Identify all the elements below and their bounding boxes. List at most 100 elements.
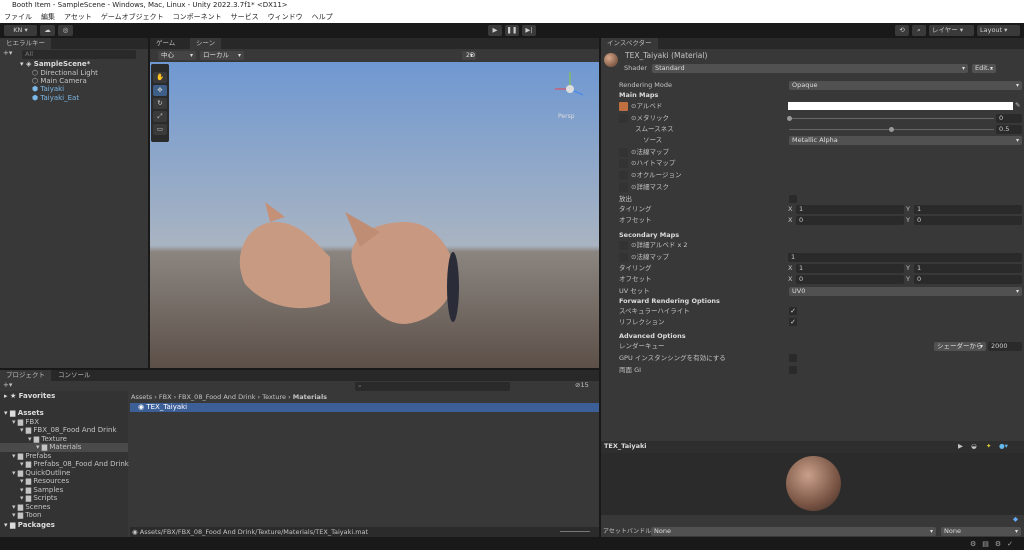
rendering-mode-dropdown[interactable]: Opaque bbox=[789, 81, 1022, 90]
offset-y-field[interactable]: 0 bbox=[914, 216, 1022, 225]
render-queue-dropdown[interactable]: シェーダーから bbox=[934, 342, 986, 351]
breadcrumb-item[interactable]: FBX_08_Food And Drink bbox=[178, 393, 255, 401]
sec-tiling-x-field[interactable]: 1 bbox=[796, 264, 904, 273]
source-dropdown[interactable]: Metallic Alpha bbox=[789, 136, 1022, 145]
tab-scene[interactable]: シーン bbox=[190, 38, 222, 49]
smoothness-value[interactable]: 0.5 bbox=[996, 125, 1022, 134]
uv-set-dropdown[interactable]: UV0 bbox=[789, 287, 1022, 296]
metallic-slider[interactable] bbox=[787, 116, 994, 121]
scene-root[interactable]: ▾ ◈ SampleScene* bbox=[20, 60, 90, 69]
space-dropdown[interactable]: ローカル bbox=[200, 51, 244, 60]
tab-console[interactable]: コンソール bbox=[52, 370, 97, 381]
detail-normal-scale-field[interactable]: 1 bbox=[788, 253, 1022, 262]
menu-help[interactable]: ヘルプ bbox=[312, 11, 333, 23]
asset-variant-dropdown[interactable]: None bbox=[941, 527, 1021, 536]
albedo-color-field[interactable] bbox=[788, 102, 1013, 110]
breadcrumb-item[interactable]: Materials bbox=[293, 393, 327, 401]
hierarchy-item[interactable]: ⬢ Taiyaki_Eat bbox=[32, 94, 79, 103]
hierarchy-search-input[interactable]: All bbox=[22, 50, 136, 59]
icon-size-slider[interactable] bbox=[560, 531, 590, 532]
cloud-icon[interactable]: ☁ bbox=[40, 25, 55, 36]
pivot-dropdown[interactable]: 中心 bbox=[158, 51, 196, 60]
reflections-checkbox[interactable]: ✓ bbox=[789, 318, 797, 326]
menu-services[interactable]: サービス bbox=[231, 11, 259, 23]
preview-sphere-icon[interactable]: ●▾ bbox=[999, 442, 1008, 451]
albedo-texture-slot[interactable] bbox=[619, 102, 628, 111]
project-search-input[interactable]: ⌕ bbox=[355, 382, 510, 391]
material-preview[interactable] bbox=[601, 453, 1024, 515]
tiling-x-field[interactable]: 1 bbox=[796, 205, 904, 214]
preview-light-icon[interactable]: ✦ bbox=[986, 442, 991, 451]
layout-dropdown[interactable]: Layout ▾ bbox=[977, 25, 1020, 36]
shader-dropdown[interactable]: Standard bbox=[652, 64, 968, 73]
create-button[interactable]: +▾ bbox=[3, 381, 12, 390]
menu-window[interactable]: ウィンドウ bbox=[268, 11, 303, 23]
detail-normal-slot[interactable] bbox=[619, 253, 628, 262]
height-map-slot[interactable] bbox=[619, 159, 628, 168]
search-icon[interactable]: ⌕ bbox=[912, 25, 926, 36]
layers-dropdown[interactable]: レイヤー ▾ bbox=[929, 25, 974, 36]
specular-checkbox[interactable]: ✓ bbox=[789, 307, 797, 315]
status-icons[interactable]: ⚙▤⚙✓ bbox=[970, 540, 1019, 548]
menu-gameobject[interactable]: ゲームオブジェクト bbox=[101, 11, 164, 23]
account-button[interactable]: KN ▾ bbox=[4, 25, 37, 36]
play-button[interactable]: ▶ bbox=[488, 25, 502, 36]
asset-bundle-dropdown[interactable]: None bbox=[651, 527, 936, 536]
history-icon[interactable]: ⟲ bbox=[895, 25, 909, 36]
scale-tool-icon[interactable]: ⤢ bbox=[153, 111, 167, 122]
hierarchy-item[interactable]: ⬢ Taiyaki bbox=[32, 85, 64, 94]
double-gi-checkbox[interactable] bbox=[789, 366, 797, 374]
preview-shape-icon[interactable]: ◒ bbox=[971, 442, 977, 451]
add-button[interactable]: +▾ bbox=[3, 49, 12, 58]
offset-x-field[interactable]: 0 bbox=[796, 216, 904, 225]
hidden-count[interactable]: ⊘15 bbox=[575, 381, 589, 390]
folder-item[interactable]: ▾ ▆ Toon bbox=[0, 511, 128, 520]
emission-checkbox[interactable] bbox=[789, 195, 797, 203]
metallic-value[interactable]: 0 bbox=[996, 114, 1022, 123]
mode-2d-button[interactable]: 2D bbox=[462, 51, 476, 60]
height-map-label: ⊙ハイトマップ bbox=[631, 159, 676, 167]
eyedropper-icon[interactable]: ✎ bbox=[1015, 101, 1020, 110]
metallic-texture-slot[interactable] bbox=[619, 114, 628, 123]
edit-shader-button[interactable]: Edit... bbox=[972, 64, 996, 73]
collab-icon[interactable]: ◎ bbox=[58, 25, 73, 36]
menu-assets[interactable]: アセット bbox=[64, 11, 92, 23]
folder-label: Prefabs bbox=[25, 451, 52, 460]
orientation-gizmo[interactable] bbox=[550, 67, 590, 107]
tiling-y-field[interactable]: 1 bbox=[914, 205, 1022, 214]
rect-tool-icon[interactable]: ▭ bbox=[153, 124, 167, 135]
occlusion-slot[interactable] bbox=[619, 171, 628, 180]
tab-game[interactable]: ゲーム bbox=[150, 38, 181, 49]
sec-offset-x-field[interactable]: 0 bbox=[796, 275, 904, 284]
menu-component[interactable]: コンポーネント bbox=[173, 11, 222, 23]
move-tool-icon[interactable]: ✥ bbox=[153, 85, 167, 96]
persp-label[interactable]: Persp bbox=[558, 112, 575, 121]
sec-tiling-y-field[interactable]: 1 bbox=[914, 264, 1022, 273]
tab-hierarchy[interactable]: ヒエラルキー bbox=[0, 38, 51, 49]
detail-albedo-slot[interactable] bbox=[619, 241, 628, 250]
folder-item[interactable]: ▾ ▆ Packages bbox=[0, 521, 128, 530]
normal-map-slot[interactable] bbox=[619, 148, 628, 157]
tab-inspector[interactable]: インスペクター bbox=[601, 38, 658, 49]
scene-viewport[interactable]: ✋ ✥ ↻ ⤢ ▭ Persp bbox=[150, 62, 599, 368]
breadcrumb-item[interactable]: Texture bbox=[262, 393, 286, 401]
play-preview-icon[interactable]: ▶ bbox=[958, 442, 963, 451]
step-button[interactable]: ▶| bbox=[522, 25, 536, 36]
file-item[interactable]: ◉ TEX_Taiyaki bbox=[130, 403, 599, 412]
smoothness-slider[interactable] bbox=[789, 127, 994, 132]
menu-file[interactable]: ファイル bbox=[4, 11, 32, 23]
render-queue-field[interactable]: 2000 bbox=[988, 342, 1022, 351]
hand-tool-icon[interactable]: ✋ bbox=[153, 72, 167, 83]
rotate-tool-icon[interactable]: ↻ bbox=[153, 98, 167, 109]
favorites-item[interactable]: ▸ ★ Favorites bbox=[4, 392, 55, 401]
menu-edit[interactable]: 編集 bbox=[41, 11, 55, 23]
pause-button[interactable]: ❚❚ bbox=[505, 25, 519, 36]
tab-project[interactable]: プロジェクト bbox=[0, 370, 51, 381]
detail-mask-slot[interactable] bbox=[619, 183, 628, 192]
label-tag-icon[interactable]: ◆ bbox=[1013, 515, 1018, 524]
breadcrumb-item[interactable]: FBX bbox=[159, 393, 172, 401]
albedo-label: ⊙アルベド bbox=[631, 102, 663, 110]
gpu-instancing-checkbox[interactable] bbox=[789, 354, 797, 362]
breadcrumb-item[interactable]: Assets bbox=[131, 393, 152, 401]
sec-offset-y-field[interactable]: 0 bbox=[914, 275, 1022, 284]
